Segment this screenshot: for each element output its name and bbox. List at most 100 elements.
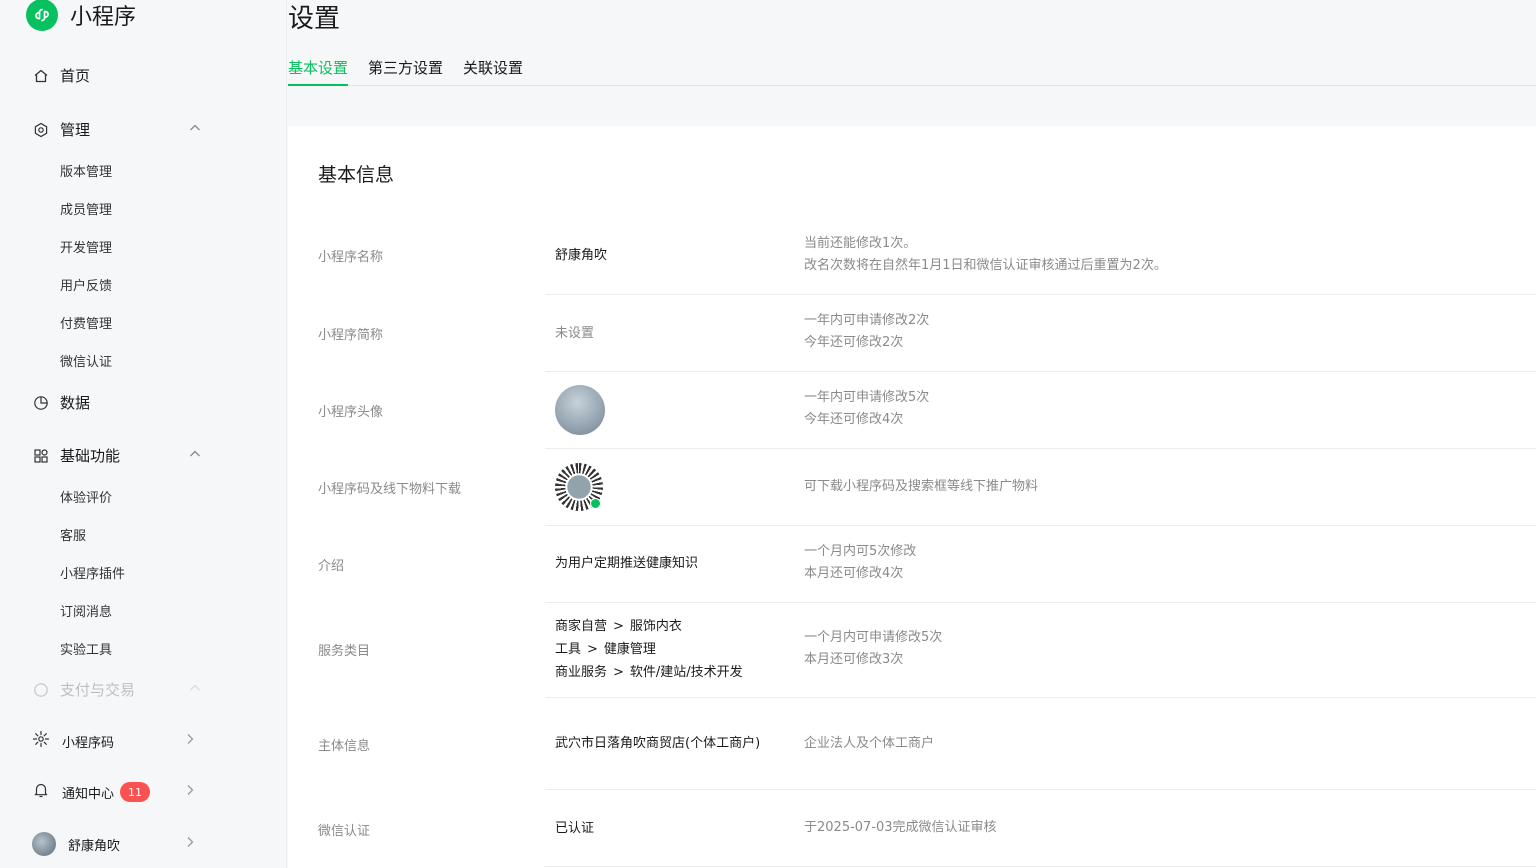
sidebar-item-pay[interactable]: 支付与交易 — [32, 679, 202, 700]
hint-line: 一年内可申请修改2次 — [804, 313, 930, 328]
row-short-name: 小程序简称 未设置 一年内可申请修改2次 今年还可修改2次 — [288, 295, 1536, 372]
row-category: 服务类目 商家自营 > 服饰内衣 工具 > 健康管理 商业服务 > 软件/建站/技术开发 一… — [288, 603, 1536, 698]
chevron-right-icon — [183, 783, 197, 801]
row-hint: 一年内可申请修改2次 今年还可修改2次 — [804, 310, 929, 354]
grid-icon — [32, 447, 50, 465]
sidebar-subitem-members[interactable]: 成员管理 — [60, 199, 112, 218]
row-hint: 可下载小程序码及搜索框等线下推广物料 — [804, 476, 1038, 498]
sidebar-item-account[interactable]: 舒康角吹 — [32, 832, 197, 856]
row-label: 小程序名称 — [318, 250, 384, 265]
row-qrcode: 小程序码及线下物料下载 可下载小程序码及搜索框等线下推广物料 — [288, 449, 1536, 526]
row-label: 主体信息 — [318, 739, 371, 754]
sidebar-subitem-review[interactable]: 体验评价 — [60, 487, 112, 506]
row-value: 舒康角吹 — [555, 248, 608, 263]
tab-bar: 基本设置 第三方设置 关联设置 — [288, 54, 1536, 86]
row-value: 武穴市日落角吹商贸店(个体工商户) — [555, 736, 761, 751]
brand-name: 小程序 — [70, 5, 137, 30]
row-value: 为用户定期推送健康知识 — [555, 556, 699, 571]
brand[interactable]: 小程序 — [26, 0, 136, 32]
row-wechat-verify: 微信认证 已认证 于2025-07-03完成微信认证审核 — [288, 790, 1536, 867]
row-name: 小程序名称 舒康角吹 当前还能修改1次。 改名次数将在自然年1月1日和微信认证审… — [288, 217, 1536, 295]
row-hint: 于2025-07-03完成微信认证审核 — [804, 817, 997, 839]
hint-line: 于2025-07-03完成微信认证审核 — [804, 820, 997, 835]
chevron-up-icon — [188, 121, 202, 139]
row-subject: 主体信息 武穴市日落角吹商贸店(个体工商户) 企业法人及个体工商户 — [288, 698, 1536, 790]
sidebar-item-label: 支付与交易 — [60, 681, 136, 699]
hint-line: 当前还能修改1次。 — [804, 236, 917, 251]
sidebar-item-notify[interactable]: 通知中心 11 — [32, 781, 197, 803]
hint-line: 企业法人及个体工商户 — [804, 736, 935, 751]
sidebar: 小程序 首页 管理 版本管理 成员管理 开发管理 用户反馈 付费管理 微信认证 … — [0, 0, 287, 868]
row-label: 介绍 — [318, 559, 345, 574]
sidebar-subitem-payment[interactable]: 付费管理 — [60, 313, 112, 332]
category-primary: 商家自营 — [555, 619, 608, 634]
hint-line: 一个月内可5次修改 — [804, 544, 917, 559]
row-value: 未设置 — [555, 326, 595, 341]
hint-line: 一个月内可申请修改5次 — [804, 630, 943, 645]
miniprogram-avatar[interactable] — [555, 385, 605, 435]
sidebar-subitem-plugins[interactable]: 小程序插件 — [60, 563, 125, 582]
row-hint: 一年内可申请修改5次 今年还可修改4次 — [804, 387, 929, 431]
sidebar-subitem-dev[interactable]: 开发管理 — [60, 237, 112, 256]
hint-line: 本月还可修改3次 — [804, 652, 904, 667]
category-list: 商家自营 > 服饰内衣 工具 > 健康管理 商业服务 > 软件/建站/技术开发 — [555, 615, 743, 684]
row-hint: 一个月内可5次修改 本月还可修改4次 — [804, 541, 916, 585]
row-label: 服务类目 — [318, 644, 371, 659]
card-title: 基本信息 — [318, 164, 395, 186]
divider — [545, 866, 1536, 867]
manage-icon — [32, 121, 50, 139]
sidebar-subitem-feedback[interactable]: 用户反馈 — [60, 275, 112, 294]
bell-icon — [32, 781, 50, 803]
category-separator: > — [587, 642, 598, 657]
miniprogram-code[interactable] — [555, 463, 603, 511]
sidebar-subitem-version[interactable]: 版本管理 — [60, 161, 112, 180]
avatar — [32, 832, 56, 856]
sparkle-icon — [32, 730, 50, 752]
hint-line: 改名次数将在自然年1月1日和微信认证审核通过后重置为2次。 — [804, 258, 1167, 273]
category-primary: 商业服务 — [555, 665, 608, 680]
sidebar-subitem-verify[interactable]: 微信认证 — [60, 351, 112, 370]
pay-icon — [32, 681, 50, 699]
hint-line: 今年还可修改4次 — [804, 412, 904, 427]
sidebar-item-manage[interactable]: 管理 — [32, 119, 202, 140]
row-hint: 一个月内可申请修改5次 本月还可修改3次 — [804, 627, 942, 671]
chevron-right-icon — [183, 835, 197, 853]
category-item: 商家自营 > 服饰内衣 — [555, 615, 743, 638]
sidebar-item-data[interactable]: 数据 — [32, 392, 202, 413]
data-icon — [32, 394, 50, 412]
sidebar-item-label: 通知中心 — [62, 786, 115, 802]
home-icon — [32, 67, 50, 85]
row-label: 微信认证 — [318, 824, 371, 839]
chevron-up-icon — [188, 447, 202, 465]
hint-line: 今年还可修改2次 — [804, 335, 904, 350]
tab-linked[interactable]: 关联设置 — [463, 54, 523, 86]
sidebar-item-label: 首页 — [60, 67, 91, 85]
category-secondary: 健康管理 — [603, 642, 656, 657]
row-hint: 当前还能修改1次。 改名次数将在自然年1月1日和微信认证审核通过后重置为2次。 — [804, 233, 1167, 277]
row-value: 已认证 — [555, 821, 595, 836]
sidebar-item-label: 数据 — [60, 394, 91, 412]
sidebar-item-label: 管理 — [60, 121, 91, 139]
sidebar-subitem-lab[interactable]: 实验工具 — [60, 639, 112, 658]
sidebar-item-basic[interactable]: 基础功能 — [32, 445, 202, 466]
hint-line: 一年内可申请修改5次 — [804, 390, 930, 405]
row-avatar: 小程序头像 一年内可申请修改5次 今年还可修改4次 — [288, 372, 1536, 449]
row-intro: 介绍 为用户定期推送健康知识 一个月内可5次修改 本月还可修改4次 — [288, 526, 1536, 603]
avatar — [555, 385, 605, 435]
row-hint: 企业法人及个体工商户 — [804, 733, 934, 755]
sidebar-item-home[interactable]: 首页 — [32, 65, 202, 86]
sidebar-subitem-service[interactable]: 客服 — [60, 525, 86, 544]
sidebar-subitem-subscribe[interactable]: 订阅消息 — [60, 601, 112, 620]
row-label: 小程序头像 — [318, 405, 384, 420]
tab-basic-settings[interactable]: 基本设置 — [288, 54, 349, 86]
hint-line: 本月还可修改4次 — [804, 566, 904, 581]
basic-info-card: 基本信息 小程序名称 舒康角吹 当前还能修改1次。 改名次数将在自然年1月1日和… — [288, 126, 1536, 868]
notification-badge: 11 — [120, 782, 151, 802]
category-secondary: 软件/建站/技术开发 — [629, 665, 743, 680]
sidebar-item-qrcode[interactable]: 小程序码 — [32, 730, 197, 752]
check-icon — [590, 498, 601, 509]
chevron-up-icon — [188, 681, 202, 699]
page-title: 设置 — [288, 4, 341, 34]
tab-third-party[interactable]: 第三方设置 — [368, 54, 443, 86]
category-separator: > — [613, 665, 624, 680]
